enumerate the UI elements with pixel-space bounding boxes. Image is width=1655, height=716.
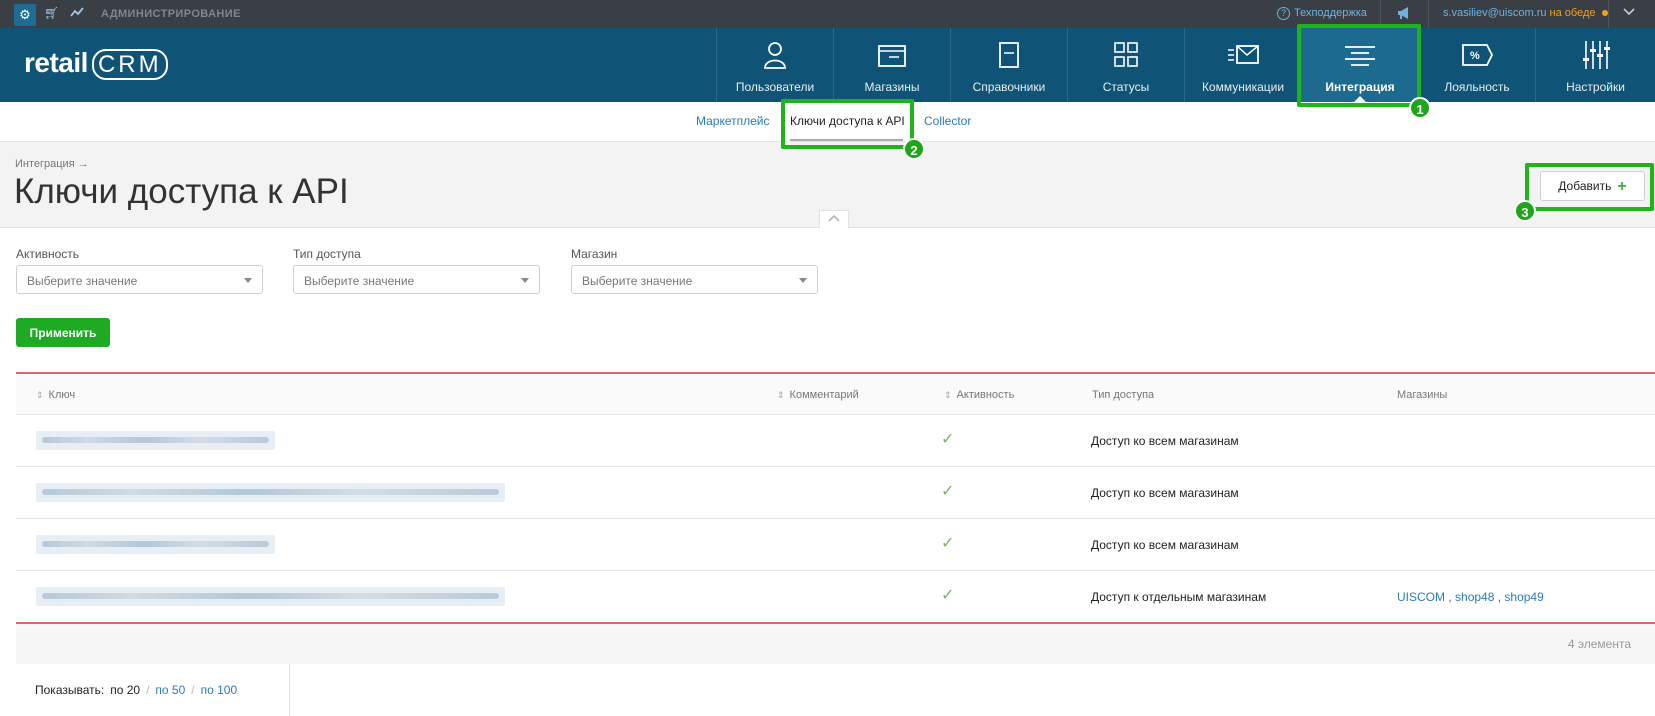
chevron-down-icon[interactable] [1623,6,1635,20]
filter-access-type-label: Тип доступа [293,247,361,261]
shop-link-uiscom[interactable]: UISCOM [1397,590,1445,604]
page-title: Ключи доступа к API [14,172,349,211]
breadcrumb[interactable]: Интеграция → [15,158,89,170]
table-row[interactable]: ✓ Доступ ко всем магазинам [16,467,1655,519]
check-icon: ✓ [941,483,955,500]
table-footer: 4 элемента [16,624,1655,664]
filter-access-type-select[interactable]: Выберите значение [293,265,540,294]
statuses-icon [1114,42,1138,67]
chevron-up-icon [828,215,840,222]
page-size-selector: Показывать: по 20/по 50/по 100 [16,664,290,716]
column-shops: Магазины [1397,389,1448,401]
nav-stores[interactable]: Магазины [833,28,950,102]
sort-icon: ⇕ [944,390,952,400]
retailcrm-logo[interactable]: retail CRM [24,47,168,80]
loyalty-icon: % [1462,44,1494,66]
nav-statuses-label: Статусы [1102,80,1150,94]
subnav-marketplace[interactable]: Маркетплейс [696,114,770,128]
filter-activity-select[interactable]: Выберите значение [16,265,263,294]
check-icon: ✓ [941,431,955,448]
column-active[interactable]: ⇕ Активность [944,389,1014,401]
user-icon [764,42,786,69]
admin-label: АДМИНИСТРИРОВАНИЕ [101,8,241,20]
filter-activity-placeholder: Выберите значение [27,274,138,288]
help-icon: ? [1277,7,1290,20]
table-row[interactable]: ✓ Доступ ко всем магазинам [16,415,1655,467]
annotation-badge-1: 1 [1409,97,1431,119]
dropdown-arrow-icon [244,278,252,283]
highlight-api-keys-tab [781,99,914,149]
annotation-badge-2: 2 [903,138,925,160]
collapse-filters-button[interactable] [819,210,849,228]
filter-shop-select[interactable]: Выберите значение [571,265,818,294]
check-icon: ✓ [941,535,955,552]
dropdown-arrow-icon [521,278,529,283]
support-link[interactable]: ? Техподдержка [1277,7,1367,20]
shop-link-shop48[interactable]: shop48 [1455,590,1494,604]
filter-shop-placeholder: Выберите значение [582,274,693,288]
apply-filters-button[interactable]: Применить [16,318,110,347]
subnav-collector[interactable]: Collector [924,114,971,128]
nav-users-label: Пользователи [735,80,815,94]
megaphone-icon[interactable] [1396,6,1412,23]
nav-references[interactable]: Справочники [950,28,1067,102]
annotation-badge-3: 3 [1514,200,1536,222]
table-row[interactable]: ✓ Доступ ко всем магазинам [16,519,1655,571]
shop-link-shop49[interactable]: shop49 [1504,590,1543,604]
filter-shop-label: Магазин [571,247,618,261]
highlight-integration [1297,24,1421,107]
access-type-cell: Доступ ко всем магазинам [1091,538,1239,552]
access-type-cell: Доступ к отдельным магазинам [1091,590,1267,604]
filter-access-type-placeholder: Выберите значение [304,274,415,288]
support-label: Техподдержка [1294,7,1367,19]
dropdown-arrow-icon [799,278,807,283]
nav-loyalty[interactable]: % Лояльность [1418,28,1535,102]
page-size-100[interactable]: по 100 [201,683,238,697]
nav-users[interactable]: Пользователи [716,28,833,102]
items-count: 4 элемента [1567,637,1631,651]
access-type-cell: Доступ ко всем магазинам [1091,486,1239,500]
sort-icon: ⇕ [777,390,785,400]
user-status: на обеде [1549,7,1596,19]
user-menu[interactable]: s.vasiliev@uiscom.ru на обеде [1443,7,1608,19]
column-key[interactable]: ⇕ Ключ [36,389,75,401]
shops-cell: UISCOM , shop48 , shop49 [1397,590,1544,604]
page-size-label: Показывать: [35,683,105,697]
status-dot-icon [1601,10,1608,17]
page-title-bar: Интеграция → Ключи доступа к API Добавит… [0,142,1655,228]
gear-icon[interactable]: ⚙ [14,4,36,26]
user-email: s.vasiliev@uiscom.ru [1443,7,1547,19]
page-size-50[interactable]: по 50 [155,683,185,697]
nav-communications-label: Коммуникации [1201,80,1285,94]
access-type-cell: Доступ ко всем магазинам [1091,434,1239,448]
svg-text:%: % [1470,50,1480,62]
nav-settings-label: Настройки [1566,80,1625,94]
api-key-blurred[interactable] [36,587,505,606]
store-icon [878,45,906,67]
filter-activity-label: Активность [16,247,80,261]
nav-communications[interactable]: Коммуникации [1184,28,1301,102]
sort-icon: ⇕ [36,390,44,400]
check-icon: ✓ [941,587,955,604]
highlight-add-button [1525,163,1654,211]
analytics-icon[interactable] [70,6,84,21]
reference-icon [999,42,1019,68]
nav-stores-label: Магазины [864,80,920,94]
api-key-blurred[interactable] [36,431,275,450]
table-top-border [16,372,1655,374]
nav-references-label: Справочники [972,80,1046,94]
table-header: ⇕ Ключ ⇕ Комментарий ⇕ Активность Тип досту… [16,375,1655,415]
column-access-type: Тип доступа [1092,389,1155,401]
table-row[interactable]: ✓ Доступ к отдельным магазинам UISCOM , … [16,571,1655,623]
communications-icon [1228,45,1259,64]
nav-loyalty-label: Лояльность [1444,80,1510,94]
cart-icon[interactable]: 🛒︎ [44,6,59,20]
api-key-blurred[interactable] [36,483,505,502]
api-key-blurred[interactable] [36,535,275,554]
nav-settings[interactable]: Настройки [1535,28,1655,102]
nav-statuses[interactable]: Статусы [1067,28,1184,102]
page-size-20[interactable]: по 20 [110,683,140,697]
settings-sliders-icon [1582,41,1610,69]
column-comment[interactable]: ⇕ Комментарий [777,389,859,401]
